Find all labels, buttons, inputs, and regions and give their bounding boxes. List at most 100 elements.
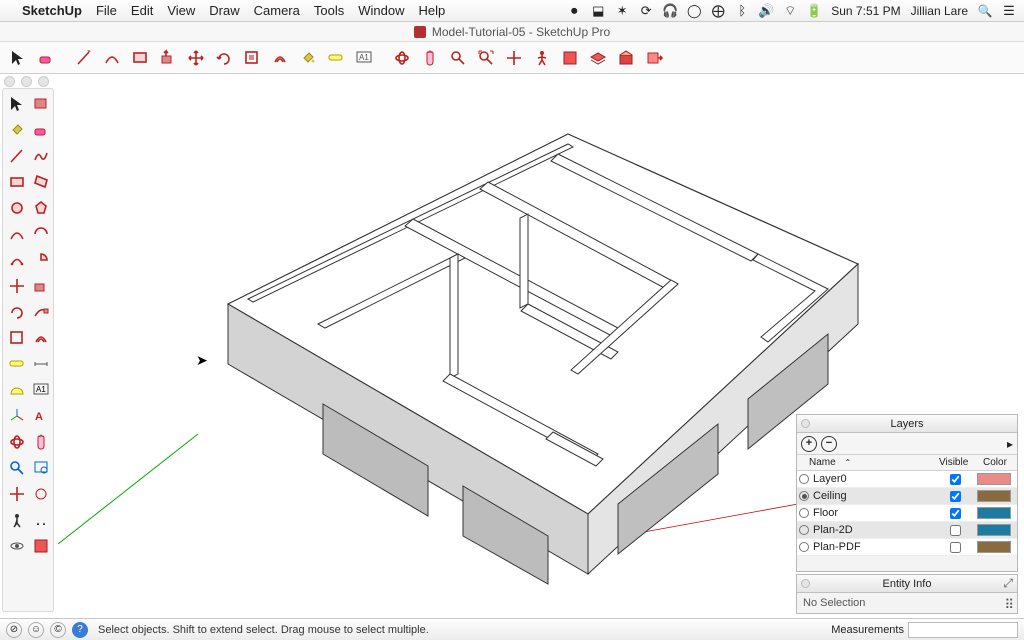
- section-tool-icon[interactable]: [558, 46, 582, 70]
- rotate-tool-icon[interactable]: [212, 46, 236, 70]
- layer-row[interactable]: Plan-PDF: [797, 539, 1017, 556]
- v-zoom-window-icon[interactable]: [29, 456, 53, 480]
- menu-help[interactable]: Help: [418, 3, 445, 18]
- v-zoom-extents-icon[interactable]: [29, 482, 53, 506]
- v-freehand-icon[interactable]: [29, 144, 53, 168]
- entity-info-panel[interactable]: Entity Info ⤢ No Selection ⠿: [796, 574, 1018, 614]
- statusbar-circle-icon[interactable]: ◯: [687, 4, 701, 18]
- spotlight-icon[interactable]: [978, 4, 992, 18]
- v-make-component-icon[interactable]: [29, 92, 53, 116]
- layers-menu-icon[interactable]: ▸: [1007, 437, 1013, 451]
- menu-tools[interactable]: Tools: [314, 3, 344, 18]
- export-tool-icon[interactable]: [642, 46, 666, 70]
- v-3pt-arc-icon[interactable]: [5, 248, 29, 272]
- menu-edit[interactable]: Edit: [131, 3, 153, 18]
- layer-color-swatch[interactable]: [977, 524, 1011, 536]
- layers-panel-titlebar[interactable]: Layers: [797, 415, 1017, 433]
- scale-tool-icon[interactable]: [240, 46, 264, 70]
- v-polygon-icon[interactable]: [29, 196, 53, 220]
- line-tool-icon[interactable]: [72, 46, 96, 70]
- arc-tool-icon[interactable]: [100, 46, 124, 70]
- v-scale-icon[interactable]: [5, 326, 29, 350]
- v-orbit-icon[interactable]: [5, 430, 29, 454]
- menu-view[interactable]: View: [167, 3, 195, 18]
- v-previous-icon[interactable]: [5, 482, 29, 506]
- layer-active-radio[interactable]: [799, 491, 809, 501]
- tape-tool-icon[interactable]: [324, 46, 348, 70]
- statusbar-volume-icon[interactable]: 🔊: [759, 4, 773, 18]
- v-move-icon[interactable]: [5, 274, 29, 298]
- col-name[interactable]: Name ⌃: [797, 457, 933, 468]
- statusbar-headphones-icon[interactable]: 🎧: [663, 4, 677, 18]
- layer-row[interactable]: Floor: [797, 505, 1017, 522]
- v-dimension-icon[interactable]: [29, 352, 53, 376]
- layer-visible-checkbox[interactable]: [950, 491, 961, 502]
- entity-info-details-icon[interactable]: ⠿: [1004, 597, 1011, 613]
- layer-visible-checkbox[interactable]: [950, 542, 961, 553]
- menu-draw[interactable]: Draw: [209, 3, 239, 18]
- move-tool-icon[interactable]: [184, 46, 208, 70]
- layer-visible-checkbox[interactable]: [950, 474, 961, 485]
- v-protractor-icon[interactable]: [5, 378, 29, 402]
- pushpull-tool-icon[interactable]: [156, 46, 180, 70]
- v-pushpull-icon[interactable]: [29, 274, 53, 298]
- layers-tool-icon[interactable]: [586, 46, 610, 70]
- v-rectangle-icon[interactable]: [5, 170, 29, 194]
- layer-color-swatch[interactable]: [977, 490, 1011, 502]
- warehouse-tool-icon[interactable]: [614, 46, 638, 70]
- paint-bucket-tool-icon[interactable]: [296, 46, 320, 70]
- geolocation-icon[interactable]: ⊘: [6, 622, 22, 638]
- walk-tool-icon[interactable]: [530, 46, 554, 70]
- statusbar-camera-icon[interactable]: ⏺: [567, 4, 581, 18]
- layers-header[interactable]: Name ⌃ Visible Color: [797, 455, 1017, 471]
- v-paint-icon[interactable]: [5, 118, 29, 142]
- v-pan-icon[interactable]: [29, 430, 53, 454]
- statusbar-dropbox-icon[interactable]: ⬓: [591, 4, 605, 18]
- layers-panel[interactable]: Layers + − ▸ Name ⌃ Visible Color Layer0…: [796, 414, 1018, 572]
- layer-row[interactable]: Plan-2D: [797, 522, 1017, 539]
- measurements-input[interactable]: [908, 622, 1018, 638]
- statusbar-wifi-icon[interactable]: ⌔: [783, 4, 797, 18]
- menu-file[interactable]: File: [96, 3, 117, 18]
- v-walk-icon[interactable]: [29, 508, 53, 532]
- v-tape-icon[interactable]: [5, 352, 29, 376]
- layer-active-radio[interactable]: [799, 474, 809, 484]
- entity-info-titlebar[interactable]: Entity Info ⤢: [797, 575, 1017, 593]
- person-icon[interactable]: ☺: [28, 622, 44, 638]
- layer-row[interactable]: Layer0: [797, 471, 1017, 488]
- close-icon[interactable]: [801, 419, 810, 428]
- col-visible[interactable]: Visible: [933, 457, 977, 468]
- help-icon[interactable]: ?: [72, 622, 88, 638]
- statusbar-refresh-icon[interactable]: ⨁: [711, 4, 725, 18]
- v-text-icon[interactable]: A1: [29, 378, 53, 402]
- expand-icon[interactable]: ⤢: [1003, 576, 1013, 591]
- statusbar-evernote-icon[interactable]: ✶: [615, 4, 629, 18]
- v-eraser-icon[interactable]: [29, 118, 53, 142]
- orbit-tool-icon[interactable]: [390, 46, 414, 70]
- statusbar-battery-icon[interactable]: 🔋: [807, 4, 821, 18]
- select-tool-icon[interactable]: [6, 46, 30, 70]
- zoom-extents-tool-icon[interactable]: [474, 46, 498, 70]
- close-icon[interactable]: [801, 579, 810, 588]
- v-position-camera-icon[interactable]: [5, 508, 29, 532]
- menu-camera[interactable]: Camera: [254, 3, 300, 18]
- text-tool-icon[interactable]: A1: [352, 46, 376, 70]
- layer-row[interactable]: Ceiling: [797, 488, 1017, 505]
- statusbar-user[interactable]: Jillian Lare: [911, 4, 968, 18]
- layer-color-swatch[interactable]: [977, 473, 1011, 485]
- v-2pt-arc-icon[interactable]: [29, 222, 53, 246]
- v-rotate-icon[interactable]: [5, 300, 29, 324]
- app-name[interactable]: SketchUp: [22, 3, 82, 18]
- layer-active-radio[interactable]: [799, 508, 809, 518]
- statusbar-clock[interactable]: Sun 7:51 PM: [831, 4, 900, 18]
- v-circle-icon[interactable]: [5, 196, 29, 220]
- layer-visible-checkbox[interactable]: [950, 525, 961, 536]
- previous-tool-icon[interactable]: [502, 46, 526, 70]
- v-followme-icon[interactable]: [29, 300, 53, 324]
- layer-active-radio[interactable]: [799, 525, 809, 535]
- layer-visible-checkbox[interactable]: [950, 508, 961, 519]
- v-rotated-rect-icon[interactable]: [29, 170, 53, 194]
- v-zoom-icon[interactable]: [5, 456, 29, 480]
- v-3dtext-icon[interactable]: A: [29, 404, 53, 428]
- eraser-tool-icon[interactable]: [34, 46, 58, 70]
